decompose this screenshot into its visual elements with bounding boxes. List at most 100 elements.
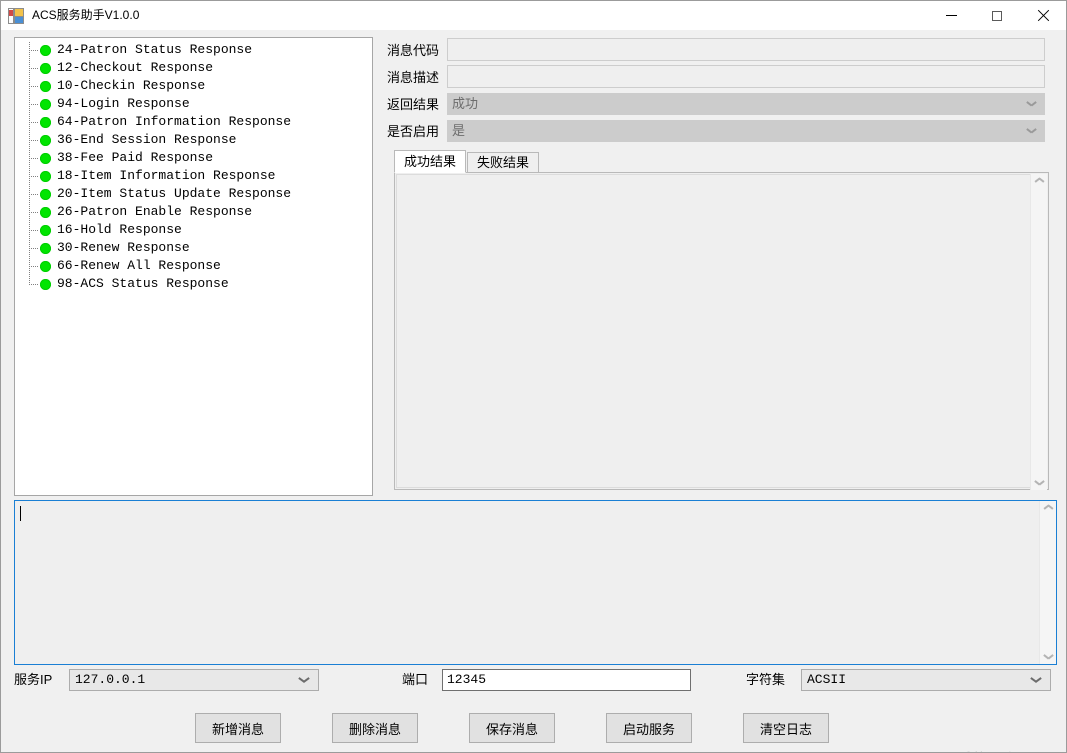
message-tree-panel[interactable]: 24-Patron Status Response 12-Checkout Res… xyxy=(14,37,373,496)
tree-item[interactable]: 98-ACS Status Response xyxy=(15,275,372,293)
delete-message-button[interactable]: 删除消息 xyxy=(332,713,418,743)
application-icon xyxy=(8,7,24,24)
tree-item[interactable]: 64-Patron Information Response xyxy=(15,113,372,131)
tab-failure-result[interactable]: 失败结果 xyxy=(467,152,540,173)
return-result-select[interactable]: 成功 xyxy=(447,92,1045,115)
scroll-down-button[interactable] xyxy=(1031,473,1047,490)
watermark: CSDN @孤蓬&听雨 xyxy=(891,748,1028,752)
message-code-label: 消息代码 xyxy=(387,43,440,58)
tree-connector-line xyxy=(29,68,38,69)
tree-item-label: 64-Patron Information Response xyxy=(57,114,292,129)
close-icon xyxy=(1037,10,1049,22)
result-tab-control: 成功结果 失败结果 xyxy=(394,150,1049,490)
tree-item-label: 20-Item Status Update Response xyxy=(57,186,292,201)
chevron-down-icon xyxy=(1027,101,1036,107)
return-result-value: 成功 xyxy=(452,95,479,111)
tab-success-result[interactable]: 成功结果 xyxy=(394,150,467,173)
status-indicator-icon xyxy=(40,44,51,56)
enabled-value: 是 xyxy=(452,122,466,138)
tree-item[interactable]: 94-Login Response xyxy=(15,95,372,113)
field-row-enabled: 是否启用 是 xyxy=(387,119,1051,142)
tree-item[interactable]: 66-Renew All Response xyxy=(15,257,372,275)
status-indicator-icon xyxy=(40,98,51,110)
tree-connector-line xyxy=(29,122,38,123)
service-ip-value: 127.0.0.1 xyxy=(75,672,146,687)
status-indicator-icon xyxy=(40,224,51,236)
tree-item-label: 66-Renew All Response xyxy=(57,258,221,273)
tree-item-label: 12-Checkout Response xyxy=(57,60,214,75)
status-indicator-icon xyxy=(40,62,51,74)
window-title: ACS服务助手V1.0.0 xyxy=(32,8,140,22)
field-row-message-description: 消息描述 xyxy=(387,65,1051,88)
service-ip-select[interactable]: 127.0.0.1 xyxy=(69,669,319,691)
tree-item-label: 98-ACS Status Response xyxy=(57,276,229,291)
tree-item[interactable]: 12-Checkout Response xyxy=(15,59,372,77)
tree-item[interactable]: 36-End Session Response xyxy=(15,131,372,149)
add-message-button[interactable]: 新增消息 xyxy=(195,713,281,743)
tree-connector-line xyxy=(29,248,38,249)
maximize-icon xyxy=(992,10,1002,21)
tree-item[interactable]: 26-Patron Enable Response xyxy=(15,203,372,221)
charset-select[interactable]: ACSII xyxy=(801,669,1051,691)
tree-item[interactable]: 18-Item Information Response xyxy=(15,167,372,185)
tree-item-label: 24-Patron Status Response xyxy=(57,42,253,57)
chevron-down-icon xyxy=(1044,653,1053,658)
scroll-up-button[interactable] xyxy=(1040,501,1056,518)
tree-item-label: 94-Login Response xyxy=(57,96,190,111)
service-ip-label: 服务IP xyxy=(14,672,53,687)
chevron-down-icon xyxy=(1035,479,1044,484)
close-button[interactable] xyxy=(1020,1,1066,30)
message-description-input[interactable] xyxy=(447,65,1045,88)
tree-item-label: 26-Patron Enable Response xyxy=(57,204,253,219)
tree-item[interactable]: 30-Renew Response xyxy=(15,239,372,257)
port-input[interactable]: 12345 xyxy=(442,669,691,691)
scroll-down-button[interactable] xyxy=(1040,647,1056,664)
status-indicator-icon xyxy=(40,188,51,200)
tree-item[interactable]: 24-Patron Status Response xyxy=(15,41,372,59)
tree-connector-line xyxy=(29,230,38,231)
chevron-up-icon xyxy=(1035,180,1044,185)
title-bar: ACS服务助手V1.0.0 xyxy=(1,1,1066,30)
tree-connector-line xyxy=(29,212,38,213)
start-service-button[interactable]: 启动服务 xyxy=(606,713,692,743)
tree-item[interactable]: 16-Hold Response xyxy=(15,221,372,239)
result-textarea[interactable] xyxy=(396,174,1047,488)
tree-connector-line xyxy=(29,284,38,285)
status-indicator-icon xyxy=(40,80,51,92)
port-label: 端口 xyxy=(402,672,429,687)
field-row-return-result: 返回结果 成功 xyxy=(387,92,1051,115)
tree-connector-line xyxy=(29,266,38,267)
tree-connector-line xyxy=(29,194,38,195)
message-description-label: 消息描述 xyxy=(387,70,440,85)
scroll-up-button[interactable] xyxy=(1031,174,1047,191)
tree-connector-line xyxy=(29,176,38,177)
clear-log-button[interactable]: 清空日志 xyxy=(743,713,829,743)
maximize-button[interactable] xyxy=(974,1,1020,30)
chevron-up-icon xyxy=(1044,507,1053,512)
log-scrollbar[interactable] xyxy=(1039,501,1056,664)
tree-connector-line xyxy=(29,86,38,87)
log-textarea[interactable] xyxy=(14,500,1057,665)
minimize-button[interactable] xyxy=(928,1,974,30)
chevron-down-icon xyxy=(1027,128,1036,134)
tree-connector-line xyxy=(29,50,38,51)
tree-item[interactable]: 38-Fee Paid Response xyxy=(15,149,372,167)
status-indicator-icon xyxy=(40,134,51,146)
status-indicator-icon xyxy=(40,260,51,272)
status-indicator-icon xyxy=(40,152,51,164)
enabled-select[interactable]: 是 xyxy=(447,119,1045,142)
message-tree-list: 24-Patron Status Response 12-Checkout Res… xyxy=(15,38,372,293)
tree-item-label: 36-End Session Response xyxy=(57,132,237,147)
tree-item-label: 16-Hold Response xyxy=(57,222,182,237)
message-code-input[interactable] xyxy=(447,38,1045,61)
tree-item-label: 18-Item Information Response xyxy=(57,168,276,183)
tree-connector-line xyxy=(29,104,38,105)
minimize-icon xyxy=(945,15,957,16)
status-indicator-icon xyxy=(40,170,51,182)
bottom-toolbar: 服务IP 127.0.0.1 端口 12345 字符集 ACSII 新增消息 删… xyxy=(1,668,1066,752)
tree-item[interactable]: 20-Item Status Update Response xyxy=(15,185,372,203)
result-scrollbar[interactable] xyxy=(1030,174,1047,490)
tree-item-label: 38-Fee Paid Response xyxy=(57,150,214,165)
save-message-button[interactable]: 保存消息 xyxy=(469,713,555,743)
tree-item[interactable]: 10-Checkin Response xyxy=(15,77,372,95)
